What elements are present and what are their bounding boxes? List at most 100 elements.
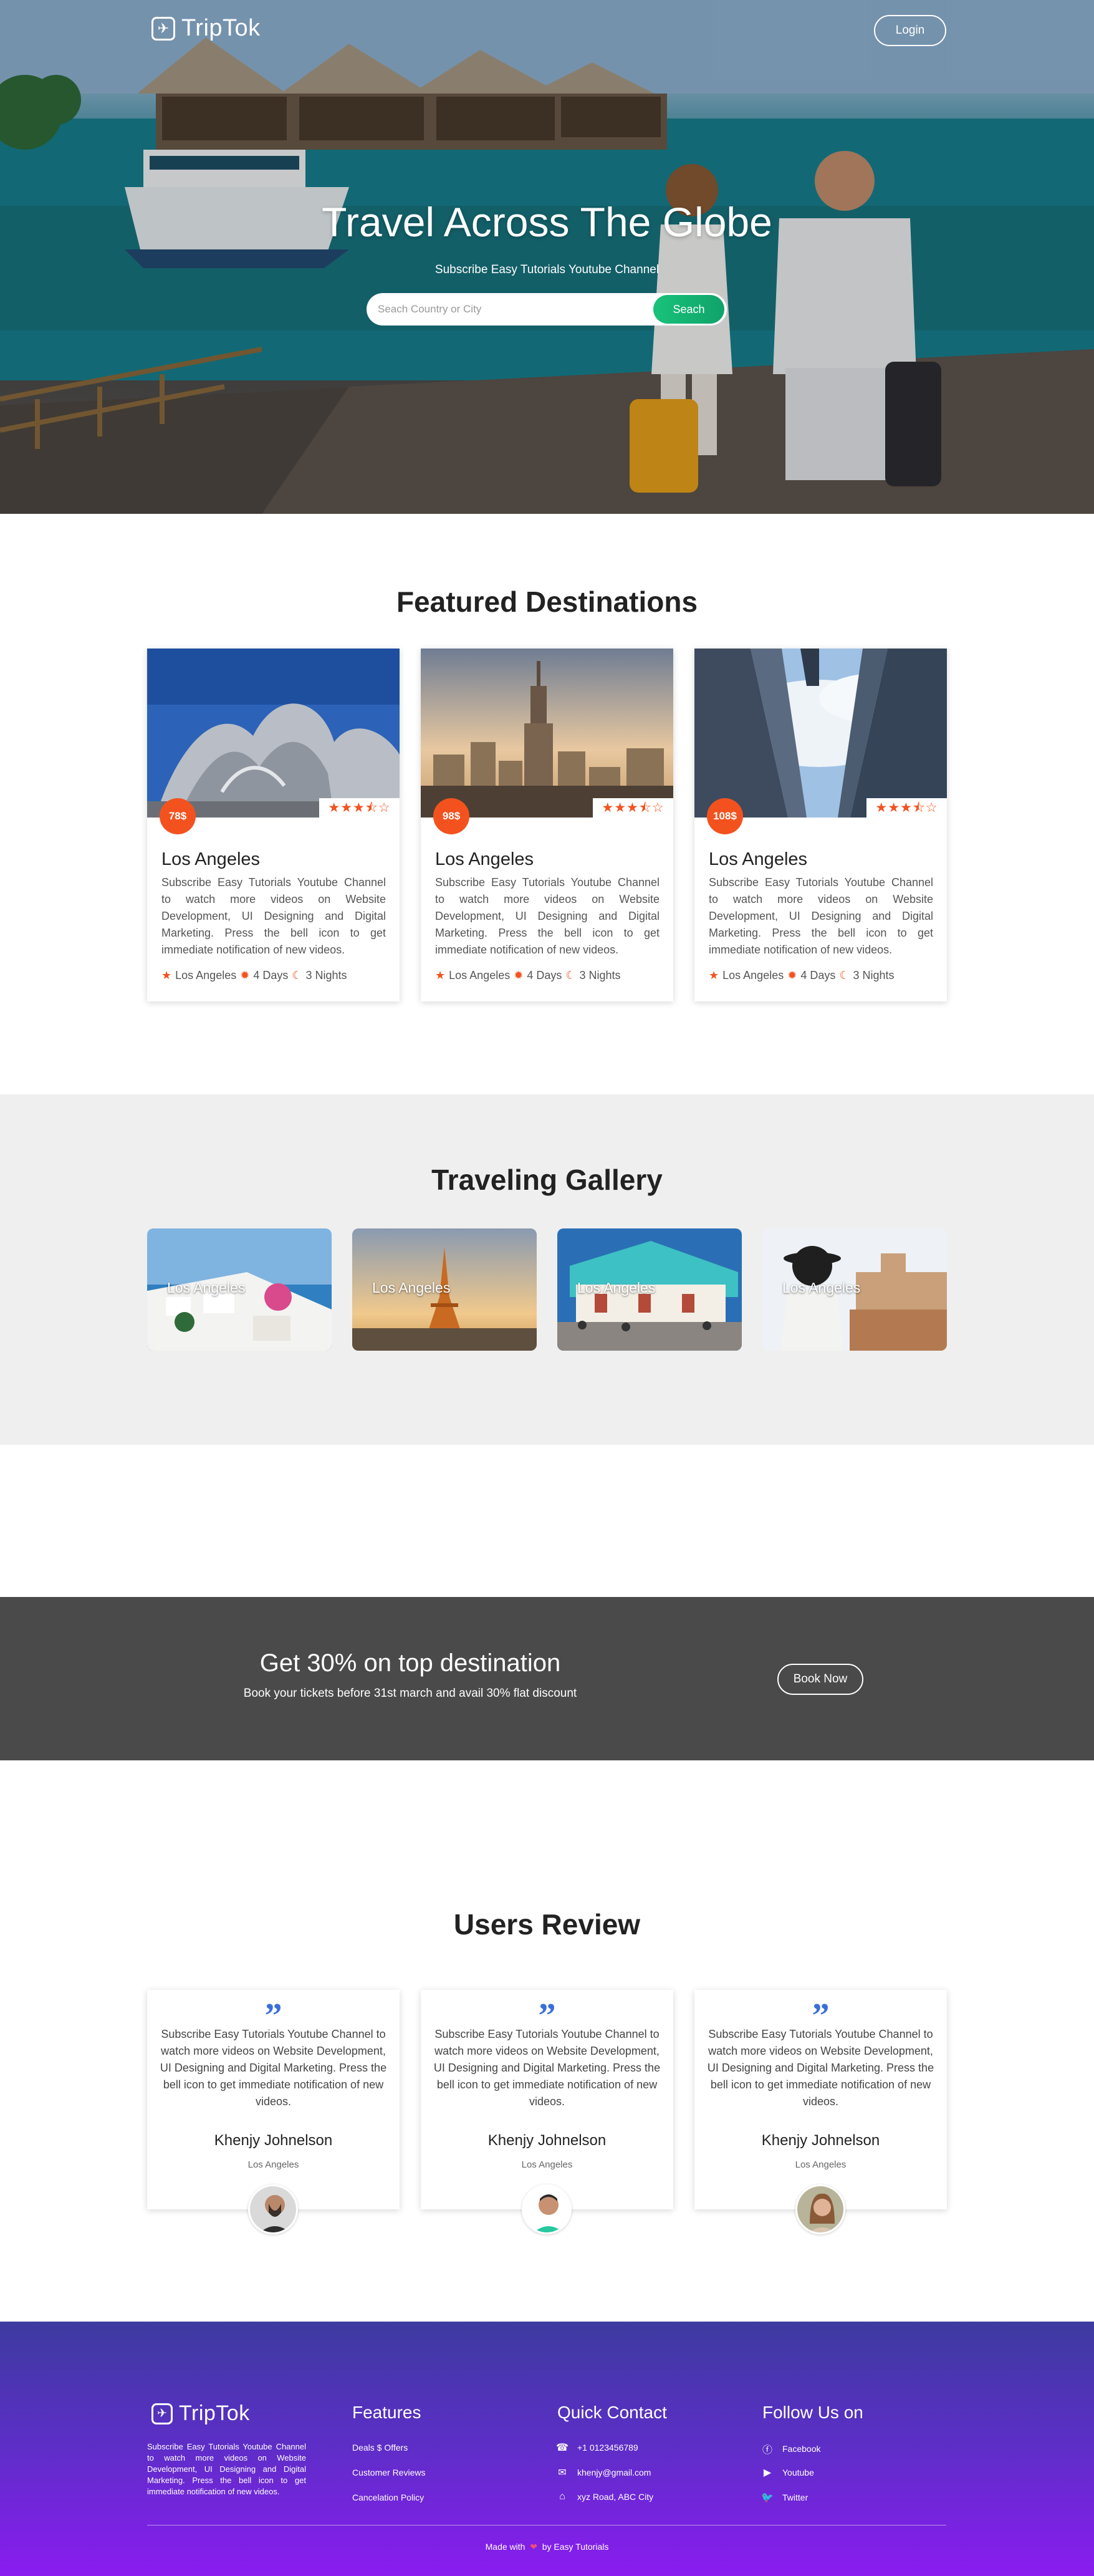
review-card: ” Subscribe Easy Tutorials Youtube Chann… [421,1990,673,2234]
social-youtube[interactable]: ▶ Youtube [761,2466,814,2479]
rating-stars: ★★★⯪☆ [866,798,947,818]
card-description: Subscribe Easy Tutorials Youtube Channel… [161,876,386,956]
hero-title: Travel Across The Globe [322,199,772,245]
meta-nights: 3 Nights [853,969,895,982]
offer-banner: Get 30% on top destination Book your tic… [0,1597,1094,1760]
reviewer-location: Los Angeles [247,2159,299,2170]
offer-title: Get 30% on top destination [259,1649,561,1677]
moon-icon: ☾ [565,969,576,982]
meta-nights: 3 Nights [579,969,621,982]
contact-email-text: khenjy@gmail.com [577,2467,651,2477]
footer-brand-name: TripTok [179,2401,250,2425]
gallery-item[interactable]: Los Angeles [352,1228,537,1351]
card-description: Subscribe Easy Tutorials Youtube Channel… [435,876,660,956]
meta-nights: 3 Nights [305,969,347,982]
reviewer-location: Los Angeles [521,2159,573,2170]
destination-card[interactable]: 78$ ★★★⯪☆ Los Angeles Subscribe Easy Tut… [147,649,400,1001]
card-title: Los Angeles [161,849,261,869]
meta-location: Los Angeles [722,969,784,982]
footer-about: Subscribe Easy Tutorials Youtube Channel… [147,2442,306,2496]
footer-link-reviews[interactable]: Customer Reviews [352,2467,425,2477]
reviewer-name: Khenjy Johnelson [214,2132,333,2149]
review-text: Subscribe Easy Tutorials Youtube Channel… [160,2028,387,2108]
star-icon: ★ [709,969,719,982]
avatar [248,2184,298,2234]
card-meta: ★ Los Angeles ✹ 4 Days ☾ 3 Nights [435,969,621,982]
card-meta: ★ Los Angeles ✹ 4 Days ☾ 3 Nights [161,969,347,982]
social-facebook-text: Facebook [782,2444,821,2454]
gallery-label: Los Angeles [167,1280,246,1296]
card-meta: ★ Los Angeles ✹ 4 Days ☾ 3 Nights [709,969,895,982]
phone-icon: ☎ [556,2443,569,2453]
made-suffix: by Easy Tutorials [542,2542,609,2552]
footer-brand-logo[interactable]: ✈ TripTok [151,2401,250,2426]
meta-location: Los Angeles [175,969,237,982]
meta-days: 4 Days [800,969,836,982]
review-text: Subscribe Easy Tutorials Youtube Channel… [707,2028,934,2108]
gallery-label: Los Angeles [782,1280,861,1296]
social-youtube-text: Youtube [782,2467,814,2477]
destination-card[interactable]: 98$ ★★★⯪☆ Los Angeles Subscribe Easy Tut… [421,649,673,1001]
destination-image [694,649,947,818]
contact-address: ⌂ xyz Road, ABC City [556,2491,653,2502]
meta-days: 4 Days [253,969,289,982]
footer-link-cancelation[interactable]: Cancelation Policy [352,2492,424,2502]
reviewer-name: Khenjy Johnelson [761,2132,880,2149]
login-button[interactable]: Login [874,15,946,46]
review-card: ” Subscribe Easy Tutorials Youtube Chann… [694,1990,947,2234]
meta-location: Los Angeles [449,969,511,982]
contact-phone-text: +1 0123456789 [577,2443,638,2453]
hero-subtitle: Subscribe Easy Tutorials Youtube Channel [434,263,660,276]
features-heading: Features [352,2403,421,2422]
gallery-item[interactable]: Los Angeles [557,1228,742,1351]
gallery-label: Los Angeles [577,1280,656,1296]
search-input[interactable] [378,293,640,326]
search-bar: Seach [367,293,727,326]
price-badge: 108$ [707,798,743,834]
card-description: Subscribe Easy Tutorials Youtube Channel… [709,876,933,956]
sun-icon: ✹ [514,969,524,982]
gallery-label: Los Angeles [372,1280,451,1296]
footer: ✈ TripTok Subscribe Easy Tutorials Youtu… [0,2322,1094,2576]
gallery-item[interactable]: Los Angeles [762,1228,947,1351]
gallery-section: Traveling Gallery Los Angeles Los Angele… [0,1094,1094,1445]
facebook-icon: ⓕ [762,2445,772,2456]
contact-phone[interactable]: ☎ +1 0123456789 [556,2441,638,2454]
reviewer-location: Los Angeles [795,2159,847,2170]
twitter-icon: 🐦 [761,2492,774,2503]
contact-email[interactable]: ✉ khenjy@gmail.com [556,2466,651,2479]
hero-section: ✈ TripTok Login Travel Across The Globe … [0,0,1094,514]
social-twitter-text: Twitter [782,2492,809,2502]
brand-logo[interactable]: ✈ TripTok [151,15,261,42]
social-twitter[interactable]: 🐦 Twitter [761,2491,808,2504]
price-badge: 98$ [433,798,469,834]
featured-title: Featured Destinations [396,586,698,618]
rating-stars: ★★★⯪☆ [319,798,400,818]
footer-link-deals[interactable]: Deals $ Offers [352,2443,408,2453]
search-button[interactable]: Seach [653,295,724,324]
social-facebook[interactable]: ⓕ Facebook [761,2441,821,2456]
mail-icon: ✉ [558,2467,567,2478]
moon-icon: ☾ [839,969,850,982]
heart-icon: ❤ [527,2542,540,2552]
book-now-button[interactable]: Book Now [777,1664,863,1695]
avatar [522,2184,572,2234]
gallery-item[interactable]: Los Angeles [147,1228,332,1351]
gallery-title: Traveling Gallery [431,1164,663,1196]
destination-image [147,649,400,818]
destination-card[interactable]: 108$ ★★★⯪☆ Los Angeles Subscribe Easy Tu… [694,649,947,1001]
contact-address-text: xyz Road, ABC City [577,2492,654,2502]
price-badge: 78$ [160,798,196,834]
reviewer-name: Khenjy Johnelson [487,2132,607,2149]
brand-name: TripTok [181,15,261,41]
plane-icon: ✈ [151,16,175,41]
contact-heading: Quick Contact [557,2403,667,2422]
sun-icon: ✹ [240,969,250,982]
follow-heading: Follow Us on [762,2403,863,2422]
star-icon: ★ [161,969,172,982]
review-card: ” Subscribe Easy Tutorials Youtube Chann… [147,1990,400,2234]
card-title: Los Angeles [435,849,534,869]
sun-icon: ✹ [787,969,797,982]
moon-icon: ☾ [292,969,302,982]
card-title: Los Angeles [709,849,808,869]
